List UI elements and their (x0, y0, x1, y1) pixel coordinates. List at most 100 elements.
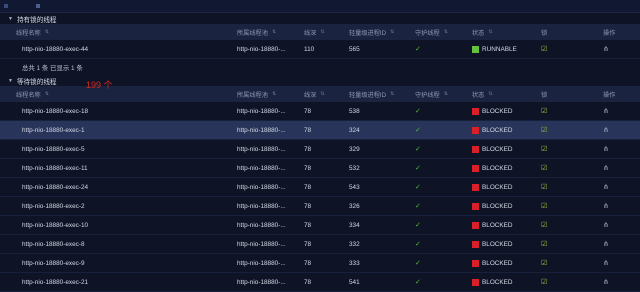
table-row[interactable]: http-nio-18880-exec-21 http-nio-18880-...… (0, 273, 640, 292)
sort-icon[interactable]: ⇅ (45, 29, 49, 35)
thread-tree-icon[interactable]: ⋔ (603, 159, 609, 177)
status-badge: BLOCKED (472, 102, 513, 120)
lock-icon[interactable]: ☑ (541, 216, 547, 234)
held-section-header[interactable]: ▼ 持有锁的线程 (0, 13, 640, 24)
thread-tree-icon[interactable]: ⋔ (603, 273, 609, 291)
daemon-check-icon: ✓ (415, 46, 421, 53)
table-row[interactable]: http-nio-18880-exec-1 http-nio-18880-... 7… (0, 121, 640, 140)
lock-icon[interactable]: ☑ (541, 102, 547, 120)
thread-lwp: 326 (349, 202, 360, 210)
lock-icon[interactable]: ☑ (541, 121, 547, 139)
table-row[interactable]: http-nio-18880-exec-10 http-nio-18880-...… (0, 216, 640, 235)
sort-icon[interactable]: ⇅ (488, 91, 492, 97)
daemon-check-icon: ✓ (415, 184, 421, 191)
status-indicator (472, 278, 479, 286)
status-badge: BLOCKED (472, 216, 513, 234)
status-indicator (472, 45, 479, 53)
col-header-action: 操作 (603, 91, 616, 99)
col-header-thread-name[interactable]: 线程名称 ⇅ (16, 86, 49, 102)
table-row[interactable]: http-nio-18880-exec-2 http-nio-18880-... 7… (0, 197, 640, 216)
table-row[interactable]: http-nio-18880-exec-8 http-nio-18880-... 7… (0, 235, 640, 254)
thread-name: http-nio-18880-exec-9 (22, 259, 85, 267)
status-badge: RUNNABLE (472, 40, 517, 58)
lock-icon[interactable]: ☑ (541, 178, 547, 196)
sort-icon[interactable]: ⇅ (390, 91, 394, 97)
status-indicator (472, 259, 479, 267)
collapse-caret-icon[interactable]: ▼ (8, 78, 13, 84)
collapse-caret-icon[interactable]: ▼ (8, 16, 13, 22)
col-header-pool[interactable]: 所属线程池 ⇅ (237, 24, 276, 40)
thread-pool: http-nio-18880-... (237, 202, 286, 210)
held-table-header: 线程名称 ⇅ 所属线程池 ⇅ 线深 ⇅ 轻量级进程ID ⇅ 守护线程 ⇅ 状态 ⇅ 锁 操作 (0, 24, 640, 40)
thread-name: http-nio-18880-exec-8 (22, 240, 85, 248)
col-header-daemon[interactable]: 守护线程 ⇅ (415, 86, 448, 102)
thread-tree-icon[interactable]: ⋔ (603, 197, 609, 215)
thread-pool: http-nio-18880-... (237, 259, 286, 267)
col-header-status[interactable]: 状态 ⇅ (472, 24, 493, 40)
table-row[interactable]: http-nio-18880-exec-11 http-nio-18880-...… (0, 159, 640, 178)
sort-icon[interactable]: ⇅ (45, 91, 49, 97)
thread-lwp: 324 (349, 126, 360, 134)
thread-depth: 78 (304, 240, 312, 248)
status-badge: BLOCKED (472, 178, 513, 196)
table-row[interactable]: http-nio-18880-exec-5 http-nio-18880-... 7… (0, 140, 640, 159)
table-row[interactable]: http-nio-18880-exec-9 http-nio-18880-... 7… (0, 254, 640, 273)
daemon-check-icon: ✓ (415, 108, 421, 115)
thread-lwp: 538 (349, 107, 360, 115)
sort-icon[interactable]: ⇅ (272, 91, 276, 97)
toolbar-marker-icon (36, 4, 40, 8)
lock-icon[interactable]: ☑ (541, 159, 547, 177)
sort-icon[interactable]: ⇅ (320, 91, 324, 97)
thread-name: http-nio-18880-exec-1 (22, 126, 85, 134)
sort-icon[interactable]: ⇅ (444, 91, 448, 97)
sort-icon[interactable]: ⇅ (444, 29, 448, 35)
thread-tree-icon[interactable]: ⋔ (603, 140, 609, 158)
sort-icon[interactable]: ⇅ (272, 29, 276, 35)
lock-icon[interactable]: ☑ (541, 273, 547, 291)
status-indicator (472, 164, 479, 172)
thread-name: http-nio-18880-exec-10 (22, 221, 89, 229)
lock-icon[interactable]: ☑ (541, 197, 547, 215)
status-indicator (472, 145, 479, 153)
lock-icon[interactable]: ☑ (541, 235, 547, 253)
status-badge: BLOCKED (472, 235, 513, 253)
thread-pool: http-nio-18880-... (237, 164, 286, 172)
lock-icon[interactable]: ☑ (541, 254, 547, 272)
thread-tree-icon[interactable]: ⋔ (603, 216, 609, 234)
col-header-pool[interactable]: 所属线程池 ⇅ (237, 86, 276, 102)
thread-lwp: 532 (349, 164, 360, 172)
thread-tree-icon[interactable]: ⋔ (603, 121, 609, 139)
thread-tree-icon[interactable]: ⋔ (603, 178, 609, 196)
col-header-thread-name[interactable]: 线程名称 ⇅ (16, 24, 49, 40)
col-header-status[interactable]: 状态 ⇅ (472, 86, 493, 102)
daemon-check-icon: ✓ (415, 127, 421, 134)
status-indicator (472, 202, 479, 210)
col-header-depth[interactable]: 线深 ⇅ (304, 24, 325, 40)
table-row[interactable]: http-nio-18880-exec-24 http-nio-18880-...… (0, 178, 640, 197)
thread-depth: 78 (304, 221, 312, 229)
lock-icon[interactable]: ☑ (541, 40, 547, 58)
sort-icon[interactable]: ⇅ (320, 29, 324, 35)
thread-depth: 78 (304, 183, 312, 191)
sort-icon[interactable]: ⇅ (488, 29, 492, 35)
col-header-lwp[interactable]: 轻量级进程ID ⇅ (349, 24, 394, 40)
status-badge: BLOCKED (472, 140, 513, 158)
thread-tree-icon[interactable]: ⋔ (603, 40, 609, 58)
daemon-check-icon: ✓ (415, 279, 421, 286)
thread-tree-icon[interactable]: ⋔ (603, 235, 609, 253)
thread-name: http-nio-18880-exec-5 (22, 145, 85, 153)
thread-tree-icon[interactable]: ⋔ (603, 254, 609, 272)
table-row[interactable]: http-nio-18880-exec-18 http-nio-18880-...… (0, 102, 640, 121)
sort-icon[interactable]: ⇅ (390, 29, 394, 35)
col-header-daemon[interactable]: 守护线程 ⇅ (415, 24, 448, 40)
waiting-table-body: http-nio-18880-exec-18 http-nio-18880-...… (0, 102, 640, 292)
lock-icon[interactable]: ☑ (541, 140, 547, 158)
col-header-lwp[interactable]: 轻量级进程ID ⇅ (349, 86, 394, 102)
waiting-table-header: 线程名称 ⇅ 199 个 所属线程池 ⇅ 线深 ⇅ 轻量级进程ID ⇅ 守护线程 ⇅ 状态… (0, 80, 640, 102)
col-header-depth[interactable]: 线深 ⇅ (304, 86, 325, 102)
thread-tree-icon[interactable]: ⋔ (603, 102, 609, 120)
status-indicator (472, 107, 479, 115)
table-row[interactable]: http-nio-18880-exec-44 http-nio-18880-..… (0, 40, 640, 59)
thread-pool: http-nio-18880-... (237, 126, 286, 134)
thread-lwp: 332 (349, 240, 360, 248)
